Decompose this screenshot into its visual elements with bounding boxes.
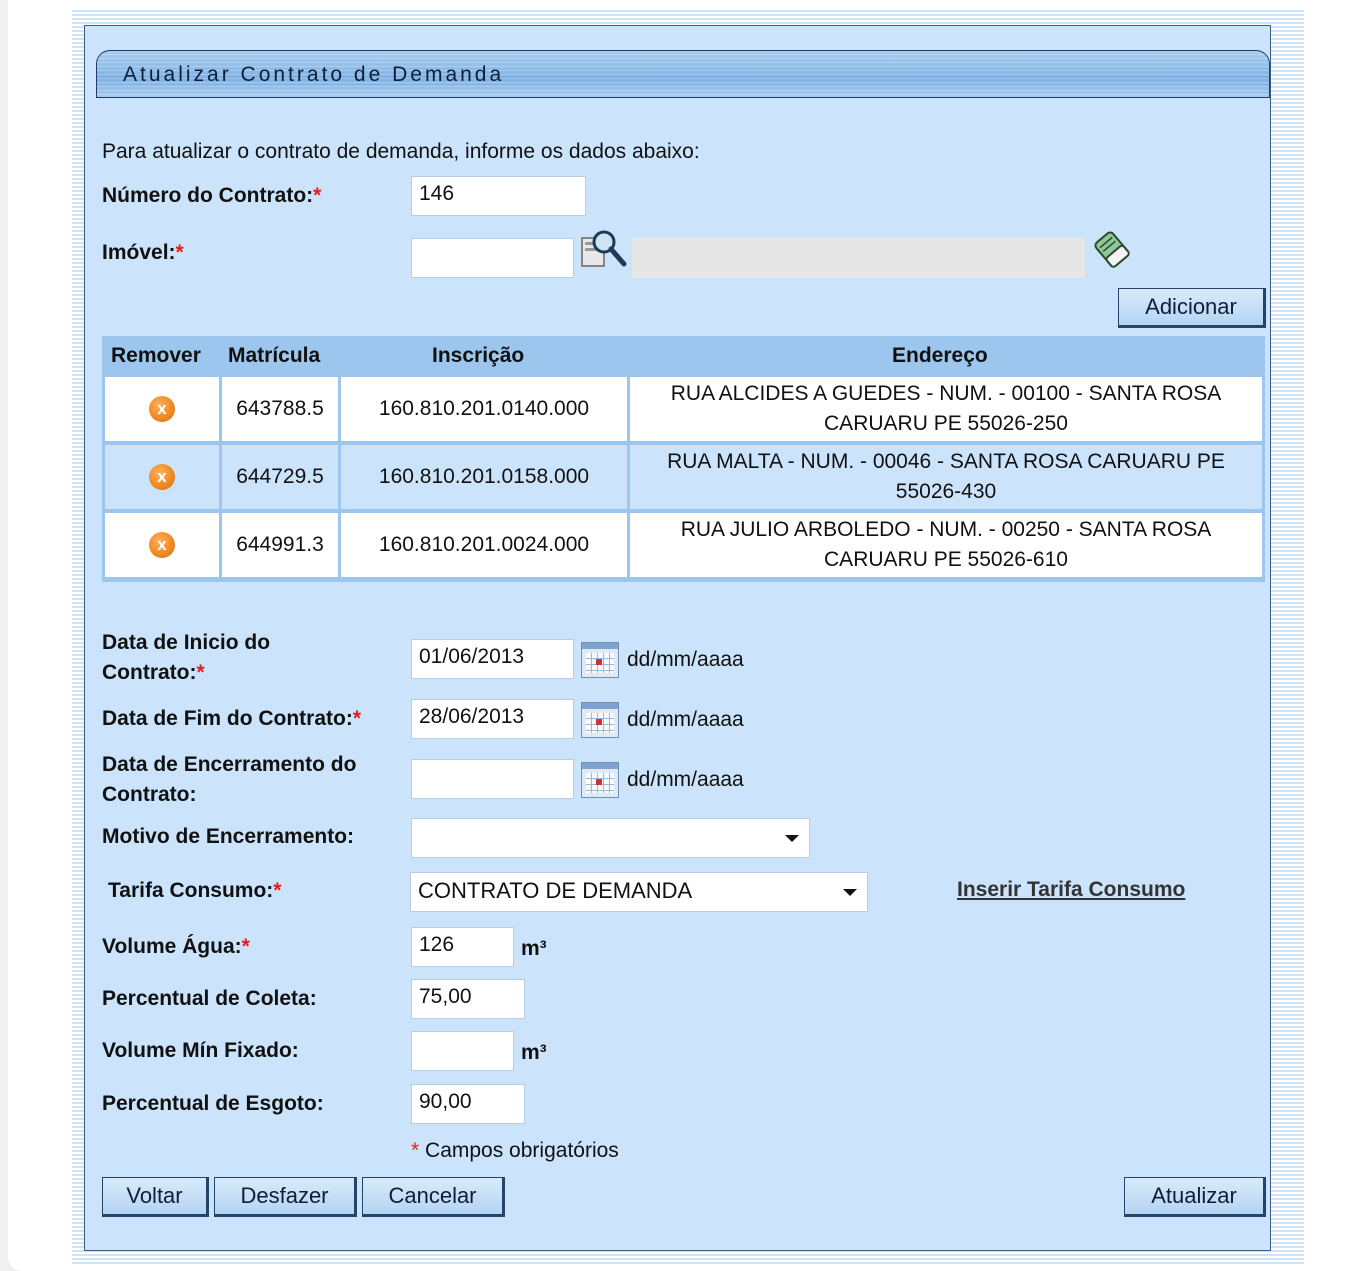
desfazer-button[interactable]: Desfazer [214, 1177, 357, 1217]
volume-min-input[interactable] [411, 1031, 514, 1071]
chevron-down-icon [785, 835, 799, 842]
volume-agua-unit: m³ [521, 937, 547, 960]
percentual-coleta-label: Percentual de Coleta: [102, 987, 317, 1010]
endereco-cell: RUA JULIO ARBOLEDO - NUM. - 00250 - SANT… [630, 513, 1262, 577]
header-inscricao: Inscrição [432, 344, 525, 367]
volume-agua-input[interactable]: 126 [411, 927, 514, 967]
calendar-icon[interactable] [581, 702, 619, 738]
inserir-tarifa-link[interactable]: Inserir Tarifa Consumo [957, 878, 1185, 902]
inscricao-cell: 160.810.201.0024.000 [341, 513, 627, 577]
header-matricula: Matrícula [228, 344, 321, 367]
imoveis-table: Remover Matrícula Inscrição Endereço x 6… [102, 336, 1265, 582]
numero-contrato-input[interactable]: 146 [411, 176, 586, 216]
data-inicio-input[interactable]: 01/06/2013 [411, 639, 574, 679]
percentual-coleta-input[interactable]: 75,00 [411, 979, 525, 1019]
matricula-cell: 643788.5 [222, 377, 338, 441]
eraser-icon[interactable] [1093, 228, 1131, 268]
inscricao-cell: 160.810.201.0140.000 [341, 377, 627, 441]
volume-min-label: Volume Mín Fixado: [102, 1039, 299, 1062]
adicionar-button[interactable]: Adicionar [1118, 288, 1266, 328]
numero-contrato-label: Número do Contrato:* [102, 184, 322, 207]
remove-cell: x [105, 513, 219, 577]
remove-cell: x [105, 445, 219, 509]
data-inicio-hint: dd/mm/aaaa [627, 648, 744, 671]
inscricao-cell: 160.810.201.0158.000 [341, 445, 627, 509]
volume-agua-label: Volume Água:* [102, 935, 250, 958]
data-fim-hint: dd/mm/aaaa [627, 708, 744, 731]
data-encerramento-input[interactable] [411, 759, 574, 799]
intro-text: Para atualizar o contrato de demanda, in… [102, 140, 700, 163]
chevron-down-icon [843, 889, 857, 896]
motivo-encerramento-label: Motivo de Encerramento: [102, 825, 355, 848]
header-endereco: Endereço [892, 344, 988, 367]
imovel-label: Imóvel:* [102, 241, 184, 264]
remove-icon[interactable]: x [149, 464, 175, 490]
percentual-esgoto-label: Percentual de Esgoto: [102, 1092, 324, 1115]
endereco-cell: RUA MALTA - NUM. - 00046 - SANTA ROSA CA… [630, 445, 1262, 509]
tarifa-consumo-label: Tarifa Consumo:* [108, 879, 282, 902]
header-remover: Remover [111, 344, 201, 367]
matricula-cell: 644991.3 [222, 513, 338, 577]
calendar-icon[interactable] [581, 642, 619, 678]
remove-icon[interactable]: x [149, 532, 175, 558]
search-icon[interactable] [580, 228, 628, 272]
percentual-esgoto-input[interactable]: 90,00 [411, 1084, 525, 1124]
endereco-cell: RUA ALCIDES A GUEDES - NUM. - 00100 - SA… [630, 377, 1262, 441]
data-fim-input[interactable]: 28/06/2013 [411, 699, 574, 739]
data-encerramento-label: Data de Encerramento do Contrato: [102, 753, 357, 806]
imovel-input[interactable] [411, 238, 574, 278]
table-row: x 644729.5 160.810.201.0158.000 RUA MALT… [105, 445, 1262, 511]
atualizar-button[interactable]: Atualizar [1124, 1177, 1266, 1217]
table-row: x 644991.3 160.810.201.0024.000 RUA JULI… [105, 513, 1262, 579]
data-fim-label: Data de Fim do Contrato:* [102, 707, 362, 730]
imovel-description-field [632, 238, 1085, 278]
voltar-button[interactable]: Voltar [102, 1177, 209, 1217]
matricula-cell: 644729.5 [222, 445, 338, 509]
title-bar: Atualizar Contrato de Demanda [96, 50, 1270, 98]
table-row: x 643788.5 160.810.201.0140.000 RUA ALCI… [105, 377, 1262, 443]
required-note: * Campos obrigatórios [411, 1139, 619, 1162]
data-encerramento-hint: dd/mm/aaaa [627, 768, 744, 791]
data-inicio-label: Data de Inicio do Contrato:* [102, 631, 271, 684]
calendar-icon[interactable] [581, 762, 619, 798]
volume-min-unit: m³ [521, 1041, 547, 1064]
page-title: Atualizar Contrato de Demanda [123, 63, 505, 86]
motivo-encerramento-select[interactable] [411, 818, 810, 858]
tarifa-consumo-select[interactable]: CONTRATO DE DEMANDA [410, 872, 868, 912]
remove-cell: x [105, 377, 219, 441]
cancelar-button[interactable]: Cancelar [362, 1177, 505, 1217]
remove-icon[interactable]: x [149, 396, 175, 422]
